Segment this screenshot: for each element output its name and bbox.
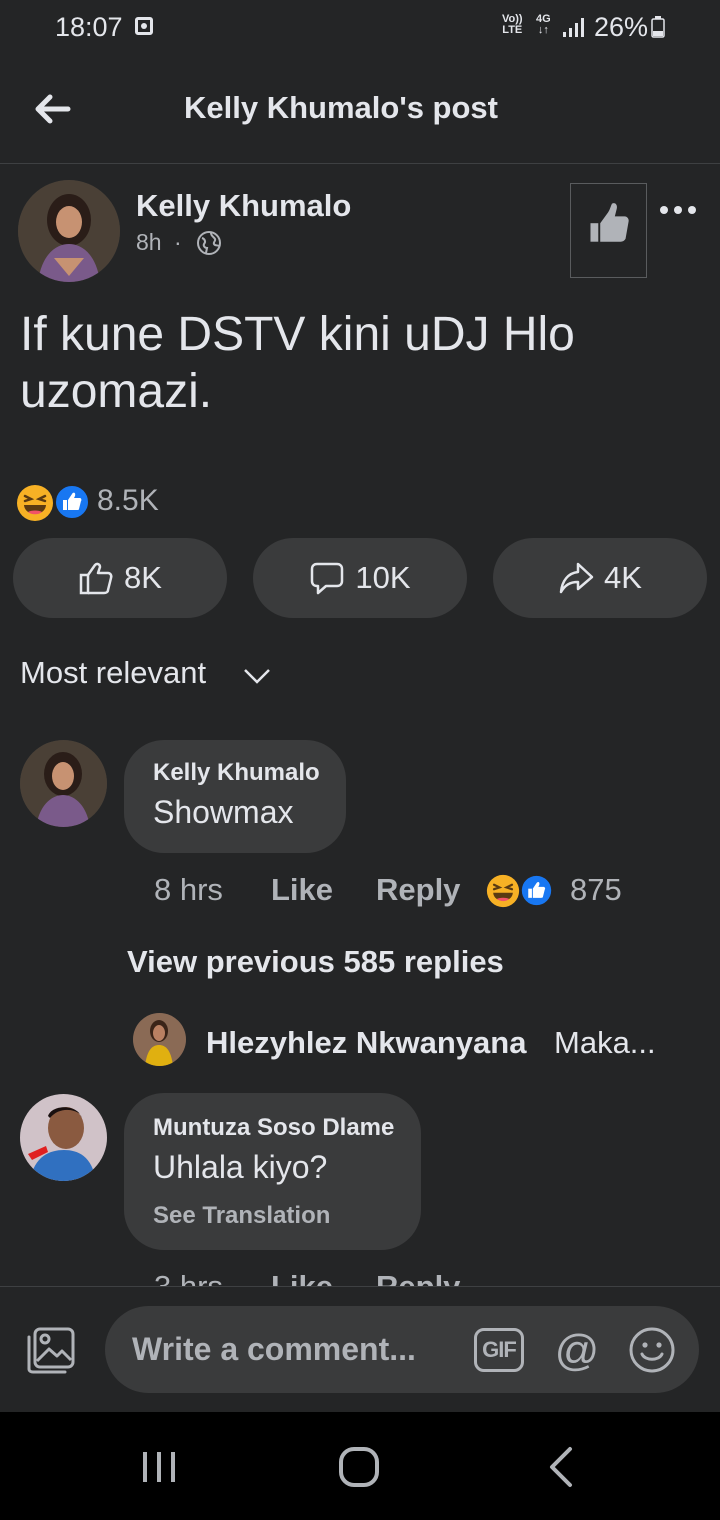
post-author-name[interactable]: Kelly Khumalo: [136, 188, 351, 224]
comment-count: 10K: [355, 560, 411, 595]
like-reaction-icon[interactable]: [54, 484, 90, 520]
like-button[interactable]: 8K: [13, 538, 227, 618]
network-type-indicator: 4G ↓↑: [536, 13, 551, 36]
comment-reaction-count[interactable]: 875: [570, 872, 622, 908]
share-count: 4K: [604, 560, 642, 595]
recent-apps-icon[interactable]: [140, 1448, 178, 1486]
comment-input-placeholder[interactable]: Write a comment...: [132, 1331, 416, 1368]
mention-button[interactable]: @: [552, 1326, 602, 1376]
like-page-button[interactable]: [570, 183, 647, 278]
volte-indicator: Vo)) LTE: [502, 13, 523, 36]
comment-button[interactable]: 10K: [253, 538, 467, 618]
thumbs-up-icon: [590, 203, 629, 242]
globe-icon: [197, 231, 221, 255]
comment-icon: [311, 562, 344, 595]
home-icon[interactable]: [338, 1446, 380, 1488]
share-icon: [559, 562, 594, 594]
sort-dropdown[interactable]: Most relevant: [20, 655, 206, 691]
comment-author-name[interactable]: Kelly Khumalo: [153, 759, 320, 787]
page-header: Kelly Khumalo's post: [0, 58, 720, 164]
share-button[interactable]: 4K: [493, 538, 707, 618]
more-options-icon[interactable]: [658, 198, 698, 222]
comment-timestamp: 8 hrs: [154, 872, 223, 907]
post-timestamp[interactable]: 8h: [136, 229, 162, 256]
back-icon[interactable]: [548, 1446, 574, 1488]
post-author-avatar[interactable]: [18, 180, 120, 282]
comment-author-name[interactable]: Muntuza Soso Dlame: [153, 1114, 394, 1142]
meta-separator: ·: [174, 229, 182, 255]
comment-reply-button[interactable]: Reply: [376, 1269, 460, 1286]
gif-button[interactable]: GIF: [474, 1328, 524, 1372]
comment-like-button[interactable]: Like: [271, 872, 333, 908]
comment-author-avatar[interactable]: [20, 1094, 107, 1181]
view-previous-replies-link[interactable]: View previous 585 replies: [127, 944, 504, 980]
comment-timestamp: 3 hrs: [154, 1269, 223, 1286]
photo-icon[interactable]: [25, 1325, 77, 1375]
battery-percent: 26%: [594, 12, 649, 42]
like-count: 8K: [124, 560, 162, 595]
thumbs-up-outline-icon: [79, 562, 113, 595]
emoji-icon[interactable]: [628, 1326, 676, 1374]
reply-preview-text[interactable]: Maka...: [554, 1025, 656, 1061]
haha-reaction-icon[interactable]: [486, 874, 520, 908]
status-time: 18:07: [55, 12, 123, 42]
comment-text: Uhlala kiyo?: [153, 1149, 328, 1185]
haha-reaction-icon[interactable]: [16, 484, 54, 522]
reaction-count[interactable]: 8.5K: [97, 484, 159, 518]
reply-author-name[interactable]: Hlezyhlez Nkwanyana: [206, 1025, 526, 1061]
post-text: If kune DSTV kini uDJ Hlo uzomazi.: [20, 308, 575, 418]
signal-icon: [563, 18, 584, 37]
comment-text: Showmax: [153, 794, 294, 830]
screen-record-icon: [135, 17, 153, 35]
comment-like-button[interactable]: Like: [271, 1269, 333, 1286]
reply-author-avatar[interactable]: [133, 1013, 186, 1066]
battery-icon: [651, 16, 665, 38]
like-reaction-icon[interactable]: [520, 874, 553, 907]
see-translation-link[interactable]: See Translation: [153, 1202, 330, 1230]
comment-author-avatar[interactable]: [20, 740, 107, 827]
chevron-down-icon[interactable]: [243, 665, 271, 687]
arrow-left-icon[interactable]: [28, 85, 76, 133]
page-title: Kelly Khumalo's post: [184, 90, 498, 125]
comment-reply-button[interactable]: Reply: [376, 872, 460, 908]
comment-meta-row: 3 hrs Like Reply: [0, 1266, 720, 1286]
